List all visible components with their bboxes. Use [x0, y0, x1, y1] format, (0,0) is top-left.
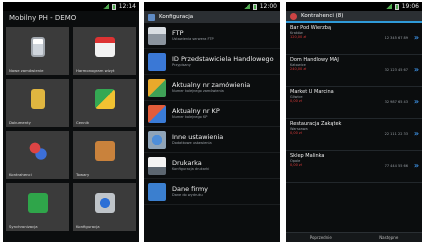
chevron-right-icon[interactable]: » — [414, 129, 419, 138]
tile-label: Dokumenty — [9, 120, 31, 125]
status-bar: 12:14 — [3, 2, 139, 11]
config-item-ftp[interactable]: FTP Ustawienia serwera FTP — [144, 23, 280, 49]
config-item-other-settings[interactable]: Inne ustawienia Dodatkowe ustawienia — [144, 127, 280, 153]
status-time: 12:14 — [118, 3, 136, 10]
contacts-icon — [290, 12, 297, 20]
item-title: FTP — [172, 29, 184, 37]
phone-screen-configuration: 12:00 Konfiguracja FTP Ustawienia serwera… — [144, 2, 280, 242]
app-title: Mobilny PH - DEMO — [9, 14, 77, 22]
tile-label: Synchronizacja — [9, 224, 38, 229]
item-title: Drukarka — [172, 159, 202, 167]
phone-screen-main-menu: 12:14 Mobilny PH - DEMO Nowe zamówienie … — [3, 2, 139, 242]
signal-icon — [102, 4, 109, 9]
item-subtitle: Numer kolejnego zamówienia — [172, 89, 224, 93]
tile-documents[interactable]: Dokumenty — [6, 79, 69, 127]
tile-label: Towary — [76, 172, 90, 177]
item-subtitle: Dane do wydruku — [172, 193, 203, 197]
battery-icon — [111, 3, 116, 10]
item-title: Inne ustawienia — [172, 133, 224, 141]
contact-phone: 32 987 65 43 — [384, 100, 408, 104]
printer-icon — [148, 156, 166, 175]
price-list-icon — [94, 89, 115, 109]
settings-icon — [94, 193, 115, 213]
status-bar: 19:06 — [286, 2, 422, 11]
item-title: Dane firmy — [172, 185, 209, 193]
item-title: Aktualny nr zamówienia — [172, 81, 251, 89]
tile-label: Cennik — [76, 120, 90, 125]
next-page-button[interactable]: Następne — [379, 235, 398, 240]
list-item[interactable]: Bar Pod Wierzbą Kraków 120,00 zł 12 345 … — [286, 23, 422, 55]
company-icon — [148, 182, 166, 201]
chevron-right-icon[interactable]: » — [414, 33, 419, 42]
item-title: ID Przedstawiciela Handlowego — [172, 55, 274, 63]
tile-label: Harmonogram wizyt — [76, 68, 115, 73]
item-subtitle: Konfiguracja drukarki — [172, 167, 210, 171]
tile-label: Nowe zamówienie — [9, 68, 44, 73]
package-icon — [94, 141, 115, 161]
contacts-icon — [27, 141, 48, 161]
server-icon — [148, 26, 166, 45]
config-item-printer[interactable]: Drukarka Konfiguracja drukarki — [144, 153, 280, 179]
screen-title: Konfiguracja — [159, 14, 194, 20]
tile-sync[interactable]: Synchronizacja — [6, 183, 69, 231]
bottom-bar: Poprzednie Następne — [286, 232, 422, 242]
item-subtitle: Dodatkowe ustawienia — [172, 141, 212, 145]
tile-goods[interactable]: Towary — [73, 131, 136, 179]
contact-phone: 77 444 55 66 — [384, 164, 408, 168]
phone-screen-contractors: 19:06 Kontrahenci (8) Bar Pod Wierzbą Kr… — [286, 2, 422, 242]
folder-icon — [30, 89, 45, 109]
calendar-icon — [94, 37, 115, 57]
signal-icon — [385, 4, 392, 9]
clipboard-icon — [30, 37, 45, 57]
battery-icon — [252, 3, 257, 10]
list-item[interactable]: Market U Marcina Gliwice 0,00 zł 32 987 … — [286, 87, 422, 119]
config-item-sales-rep-id[interactable]: ID Przedstawiciela Handlowego Przypisany — [144, 49, 280, 75]
config-item-kp-number[interactable]: Aktualny nr KP Numer kolejnego KP — [144, 101, 280, 127]
contact-phone: 12 345 67 89 — [384, 36, 408, 40]
order-icon — [148, 78, 166, 97]
tile-contractors[interactable]: Kontrahenci — [6, 131, 69, 179]
receipt-icon — [148, 104, 166, 123]
id-card-icon — [148, 52, 166, 71]
contact-phone: 32 123 45 67 — [384, 68, 408, 72]
prev-page-button[interactable]: Poprzednie — [310, 235, 332, 240]
sync-icon — [27, 193, 48, 213]
status-bar: 12:00 — [144, 2, 280, 11]
item-title: Aktualny nr KP — [172, 107, 220, 115]
status-time: 12:00 — [259, 3, 277, 10]
list-item[interactable]: Restauracja Zakątek Warszawa 0,00 zł 22 … — [286, 119, 422, 151]
battery-icon — [394, 3, 399, 10]
gear-icon — [148, 130, 166, 149]
tile-label: Kontrahenci — [9, 172, 32, 177]
tile-new-order[interactable]: Nowe zamówienie — [6, 27, 69, 75]
item-subtitle: Przypisany — [172, 63, 191, 67]
tile-settings[interactable]: Konfiguracja — [73, 183, 136, 231]
list-item[interactable]: Dom Handlowy MAJ Katowice 240,00 zł 32 1… — [286, 55, 422, 87]
menu-grid: Nowe zamówienie Harmonogram wizyt Dokume… — [6, 27, 136, 231]
chevron-right-icon[interactable]: » — [414, 65, 419, 74]
item-subtitle: Ustawienia serwera FTP — [172, 37, 214, 41]
status-time: 19:06 — [401, 3, 419, 10]
tile-visit-schedule[interactable]: Harmonogram wizyt — [73, 27, 136, 75]
tile-price-list[interactable]: Cennik — [73, 79, 136, 127]
screen-title: Kontrahenci (8) — [301, 13, 344, 19]
contact-phone: 22 111 22 33 — [384, 132, 408, 136]
config-item-order-number[interactable]: Aktualny nr zamówienia Numer kolejnego za… — [144, 75, 280, 101]
app-icon — [148, 13, 155, 21]
tile-label: Konfiguracja — [76, 224, 100, 229]
item-subtitle: Numer kolejnego KP — [172, 115, 208, 119]
signal-icon — [243, 4, 250, 9]
chevron-right-icon[interactable]: » — [414, 97, 419, 106]
action-bar: Konfiguracja — [144, 11, 280, 23]
config-item-company-data[interactable]: Dane firmy Dane do wydruku — [144, 179, 280, 205]
action-bar: Kontrahenci (8) — [286, 11, 422, 23]
chevron-right-icon[interactable]: » — [414, 161, 419, 170]
list-item[interactable]: Sklep Malinka Opole 0,00 zł 77 444 55 66… — [286, 151, 422, 183]
